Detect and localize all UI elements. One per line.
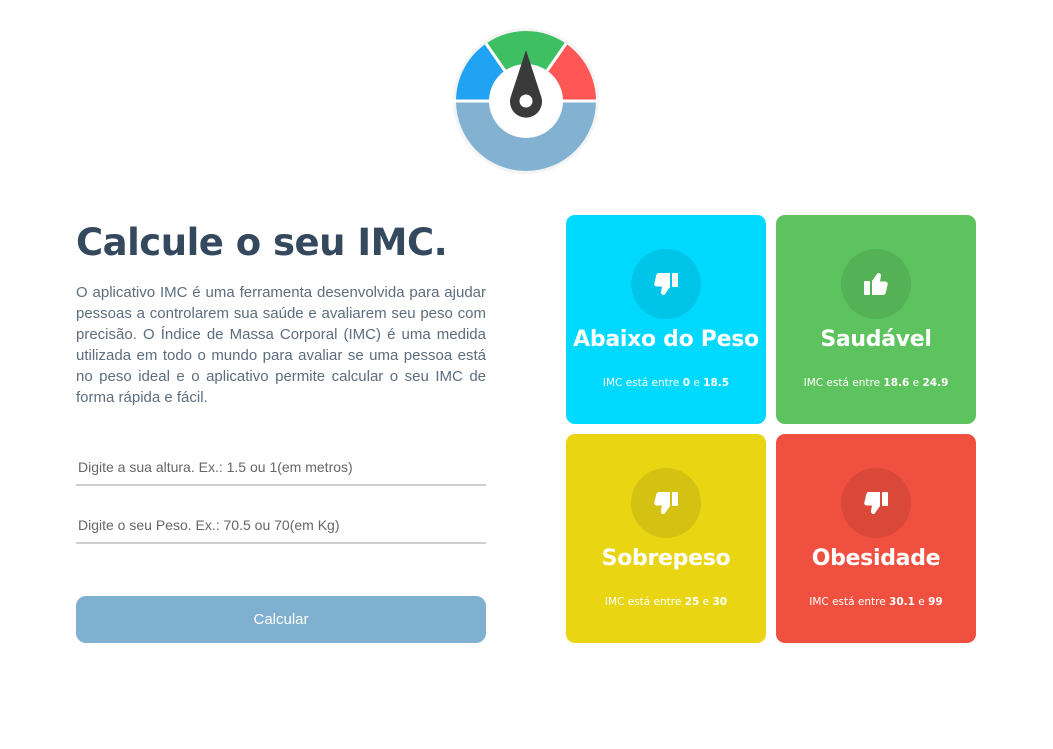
thumbs-down-icon <box>654 273 678 295</box>
card-obesity: Obesidade IMC está entre 30.1 e 99 <box>776 434 976 643</box>
page-description: O aplicativo IMC é uma ferramenta desenv… <box>76 284 486 406</box>
thumbs-down-icon-circle <box>631 249 701 319</box>
card-range: IMC está entre 18.6 e 24.9 <box>776 375 976 391</box>
range-conjunction: e <box>912 377 920 389</box>
card-range: IMC está entre 0 e 18.5 <box>566 375 766 391</box>
thumbs-down-icon <box>654 492 678 514</box>
thumbs-up-icon <box>864 273 888 295</box>
height-input[interactable] <box>76 450 486 486</box>
range-prefix: IMC está entre <box>809 596 886 608</box>
range-max: 18.5 <box>703 377 730 389</box>
card-label: Sobrepeso <box>601 546 731 571</box>
range-prefix: IMC está entre <box>604 596 682 608</box>
card-label: Saudável <box>820 327 932 352</box>
range-conjunction: e <box>693 377 700 389</box>
weight-input[interactable] <box>76 508 486 544</box>
range-min: 30.1 <box>889 596 915 608</box>
thumbs-down-icon <box>864 492 888 514</box>
range-min: 25 <box>684 596 700 608</box>
calculate-button[interactable]: Calcular <box>76 596 486 643</box>
card-label: Abaixo do Peso <box>573 327 759 352</box>
thumbs-down-icon-circle <box>631 468 701 538</box>
range-prefix: IMC está entre <box>602 377 680 389</box>
thumbs-down-icon-circle <box>841 468 911 538</box>
card-underweight: Abaixo do Peso IMC está entre 0 e 18.5 <box>566 215 766 424</box>
card-range: IMC está entre 25 e 30 <box>566 594 766 610</box>
range-prefix: IMC está entre <box>803 377 881 389</box>
card-overweight: Sobrepeso IMC está entre 25 e 30 <box>566 434 766 643</box>
card-range: IMC está entre 30.1 e 99 <box>776 594 976 610</box>
bmi-gauge-logo <box>453 28 599 174</box>
intro-section: Calcule o seu IMC. O aplicativo IMC é um… <box>76 220 486 408</box>
range-max: 24.9 <box>922 377 949 389</box>
range-conjunction: e <box>702 596 710 608</box>
thumbs-up-icon-circle <box>841 249 911 319</box>
range-max: 30 <box>712 596 728 608</box>
range-min: 18.6 <box>883 377 910 389</box>
card-healthy: Saudável IMC está entre 18.6 e 24.9 <box>776 215 976 424</box>
page: Calcule o seu IMC. O aplicativo IMC é um… <box>0 0 1053 749</box>
card-label: Obesidade <box>811 546 941 571</box>
range-max: 99 <box>928 596 943 608</box>
range-conjunction: e <box>918 596 925 608</box>
range-min: 0 <box>682 377 690 389</box>
page-title: Calcule o seu IMC. <box>76 221 448 264</box>
